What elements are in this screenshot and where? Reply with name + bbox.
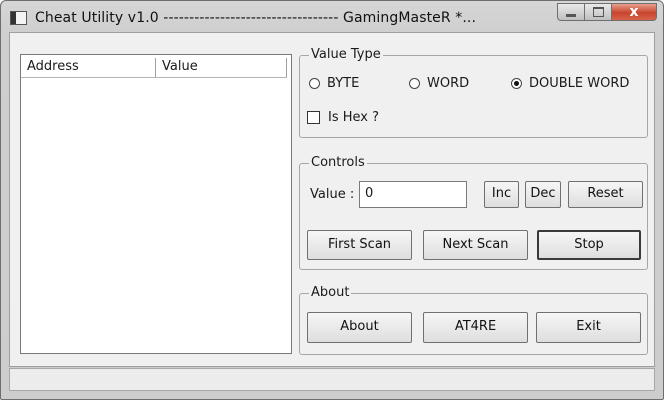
maximize-icon bbox=[592, 7, 604, 17]
controls-group: Controls Value : 0 Inc Dec Reset First S… bbox=[299, 155, 648, 270]
next-scan-button[interactable]: Next Scan bbox=[423, 230, 528, 260]
radio-word-label: WORD bbox=[427, 76, 470, 91]
radio-word-indicator bbox=[409, 78, 420, 89]
close-button[interactable]: x bbox=[611, 3, 657, 21]
is-hex-box bbox=[307, 111, 320, 124]
address-list[interactable]: Address Value bbox=[20, 54, 292, 354]
minimize-button[interactable] bbox=[557, 3, 584, 21]
first-scan-button[interactable]: First Scan bbox=[307, 230, 412, 260]
value-input[interactable]: 0 bbox=[359, 181, 467, 208]
title-bar[interactable]: Cheat Utility v1.0 ---------------------… bbox=[1, 1, 663, 33]
window-title: Cheat Utility v1.0 ---------------------… bbox=[35, 10, 477, 26]
close-icon: x bbox=[629, 4, 639, 20]
dec-button[interactable]: Dec bbox=[525, 181, 561, 208]
is-hex-label: Is Hex ? bbox=[328, 110, 380, 125]
exit-button[interactable]: Exit bbox=[536, 312, 641, 343]
controls-legend: Controls bbox=[309, 155, 367, 171]
radio-byte-indicator bbox=[309, 78, 320, 89]
window-controls: x bbox=[557, 3, 657, 22]
column-address[interactable]: Address bbox=[21, 58, 156, 77]
stop-button[interactable]: Stop bbox=[537, 230, 641, 260]
value-label: Value : bbox=[310, 187, 355, 202]
inc-button[interactable]: Inc bbox=[484, 181, 519, 208]
app-icon[interactable] bbox=[10, 11, 27, 25]
app-window: Cheat Utility v1.0 ---------------------… bbox=[0, 0, 664, 400]
minimize-icon bbox=[566, 13, 576, 17]
reset-button[interactable]: Reset bbox=[568, 181, 643, 208]
value-type-group: Value Type BYTE WORD DOUBLE WORD Is Hex … bbox=[299, 47, 648, 138]
maximize-button[interactable] bbox=[584, 3, 611, 21]
value-type-legend: Value Type bbox=[309, 47, 383, 63]
radio-double-word[interactable]: DOUBLE WORD bbox=[511, 76, 629, 91]
radio-double-word-label: DOUBLE WORD bbox=[529, 76, 630, 91]
about-group: About About AT4RE Exit bbox=[299, 285, 648, 355]
is-hex-checkbox[interactable]: Is Hex ? bbox=[307, 110, 379, 125]
about-legend: About bbox=[309, 285, 352, 301]
list-header: Address Value bbox=[21, 58, 287, 78]
client-area: Address Value Value Type BYTE WORD DOUBL… bbox=[9, 32, 655, 367]
radio-double-word-indicator bbox=[511, 78, 522, 89]
radio-word[interactable]: WORD bbox=[409, 76, 469, 91]
status-bar bbox=[9, 368, 655, 391]
column-value[interactable]: Value bbox=[156, 58, 287, 77]
radio-byte-label: BYTE bbox=[327, 76, 360, 91]
radio-byte[interactable]: BYTE bbox=[309, 76, 359, 91]
about-button[interactable]: About bbox=[307, 312, 412, 343]
at4re-button[interactable]: AT4RE bbox=[423, 312, 528, 343]
